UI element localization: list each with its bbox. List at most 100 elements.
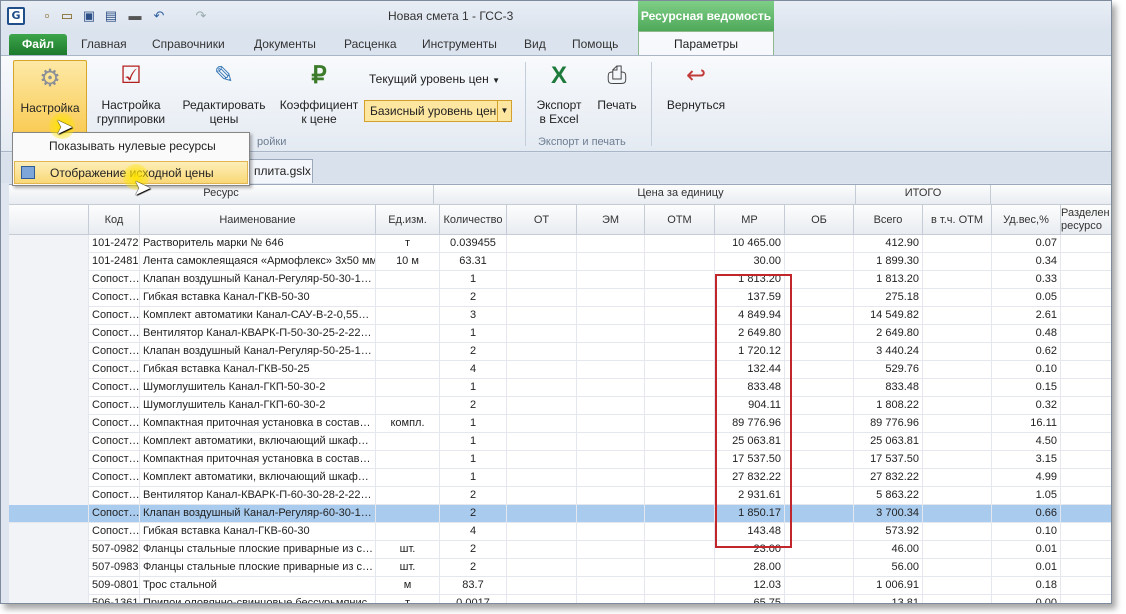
column-header-mr[interactable]: МР xyxy=(715,205,785,234)
table-row[interactable]: 509-0801 Трос стальной м 83.7 12.03 1 006.91 0… xyxy=(9,577,1111,595)
tab-view[interactable]: Вид xyxy=(524,37,546,51)
table-row[interactable]: 507-0982 Фланцы стальные плоские приварны… xyxy=(9,541,1111,559)
edit-prices-button[interactable]: ✎ Редактировать цены xyxy=(181,60,267,126)
current-price-level-button[interactable]: Текущий уровень цен ▼ xyxy=(369,72,500,86)
table-row[interactable]: Сопост… Гибкая вставка Канал-ГКВ-50-25 4 13… xyxy=(9,361,1111,379)
cell-ot xyxy=(507,397,577,415)
cell-ot xyxy=(507,325,577,343)
menu-item-show-zero[interactable]: Показывать нулевые ресурсы xyxy=(14,135,248,157)
table-row[interactable]: 101-2472 Растворитель марки № 646 т 0.03945… xyxy=(9,235,1111,253)
cell-total: 89 776.96 xyxy=(854,415,923,433)
print-quick-icon[interactable]: ▬ xyxy=(127,8,143,24)
cell-em xyxy=(577,451,645,469)
cell-ob xyxy=(785,523,854,541)
cell-weight: 0.00 xyxy=(992,595,1061,603)
cell-blank xyxy=(9,559,89,577)
column-header-name[interactable]: Наименование xyxy=(140,205,376,234)
undo-icon[interactable]: ↶ xyxy=(151,8,167,24)
table-row[interactable]: Сопост… Вентилятор Канал-КВАРК-П-60-30-28… xyxy=(9,487,1111,505)
cell-em xyxy=(577,307,645,325)
tab-tools[interactable]: Инструменты xyxy=(422,37,497,51)
column-header-ob[interactable]: ОБ xyxy=(785,205,854,234)
table-row[interactable]: Сопост… Клапан воздушный Канал-Регуляр-60… xyxy=(9,505,1111,523)
cell-unit xyxy=(376,397,440,415)
back-button[interactable]: ↩ Вернуться xyxy=(661,60,731,112)
cell-unit xyxy=(376,451,440,469)
cell-ob xyxy=(785,415,854,433)
cell-total: 46.00 xyxy=(854,541,923,559)
print-button[interactable]: ⎙ Печать xyxy=(593,60,641,112)
tab-documents[interactable]: Документы xyxy=(254,37,316,51)
table-row[interactable]: Сопост… Клапан воздушный Канал-Регуляр-50… xyxy=(9,271,1111,289)
column-header-code[interactable]: Код xyxy=(89,205,140,234)
column-header-otm[interactable]: ОТМ xyxy=(645,205,715,234)
column-header-blank[interactable] xyxy=(9,205,89,234)
tab-references[interactable]: Справочники xyxy=(152,37,225,51)
cell-ob xyxy=(785,559,854,577)
save-icon[interactable]: ▣ xyxy=(81,8,97,24)
column-header-total[interactable]: Всего xyxy=(854,205,923,234)
cell-code: Сопост… xyxy=(89,505,140,523)
tab-file[interactable]: Файл xyxy=(9,34,67,55)
table-row[interactable]: 101-2481 Лента самоклеящаяся «Армофлекс» … xyxy=(9,253,1111,271)
base-price-level-dropdown[interactable]: Базисный уровень цен ▼ xyxy=(364,100,512,122)
cell-code: Сопост… xyxy=(89,397,140,415)
coefficient-label-1: Коэффициент xyxy=(279,98,359,112)
cell-code: Сопост… xyxy=(89,469,140,487)
column-header-em[interactable]: ЭМ xyxy=(577,205,645,234)
table-row[interactable]: Сопост… Шумоглушитель Канал-ГКП-50-30-2 1 8… xyxy=(9,379,1111,397)
cell-unit xyxy=(376,469,440,487)
coefficient-button[interactable]: ₽ Коэффициент к цене xyxy=(277,60,361,126)
grouping-settings-button[interactable]: ☑ Настройка группировки xyxy=(93,60,169,126)
cell-qty: 2 xyxy=(440,397,507,415)
cell-ob xyxy=(785,433,854,451)
open-folder-icon[interactable]: ▭ xyxy=(59,8,75,24)
cell-unit xyxy=(376,505,440,523)
table-row[interactable]: Сопост… Гибкая вставка Канал-ГКВ-60-30 4 14… xyxy=(9,523,1111,541)
tab-rate[interactable]: Расценка xyxy=(344,37,397,51)
app-logo-icon[interactable]: G xyxy=(7,7,25,25)
edit-prices-label-2: цены xyxy=(209,112,239,126)
table-row[interactable]: Сопост… Гибкая вставка Канал-ГКВ-50-30 2 13… xyxy=(9,289,1111,307)
column-header-unit[interactable]: Ед.изм. xyxy=(376,205,440,234)
redo-icon[interactable]: ↷ xyxy=(193,8,209,24)
chevron-down-icon[interactable]: ▼ xyxy=(497,101,511,121)
table-row[interactable]: Сопост… Комплект автоматики, включающий ш… xyxy=(9,469,1111,487)
cell-otm-in xyxy=(923,469,992,487)
table-row[interactable]: Сопост… Компактная приточная установка в … xyxy=(9,415,1111,433)
cell-separate xyxy=(1061,577,1111,595)
cell-weight: 0.15 xyxy=(992,379,1061,397)
column-header-separate[interactable]: Разделен ресурсо xyxy=(1061,205,1111,234)
cell-code: Сопост… xyxy=(89,343,140,361)
tab-help[interactable]: Помощь xyxy=(572,37,618,51)
cell-total: 833.48 xyxy=(854,379,923,397)
table-row[interactable]: 507-0983 Фланцы стальные плоские приварны… xyxy=(9,559,1111,577)
cell-weight: 0.66 xyxy=(992,505,1061,523)
table-row[interactable]: 506-1361 Припои оловянно-свинцовые бессур… xyxy=(9,595,1111,603)
cell-otm-in xyxy=(923,541,992,559)
cell-qty: 1 xyxy=(440,433,507,451)
cell-otm xyxy=(645,361,715,379)
cell-otm xyxy=(645,595,715,603)
table-row[interactable]: Сопост… Комплект автоматики, включающий ш… xyxy=(9,433,1111,451)
cell-qty: 2 xyxy=(440,343,507,361)
table-row[interactable]: Сопост… Компактная приточная установка в … xyxy=(9,451,1111,469)
cell-otm xyxy=(645,433,715,451)
table-row[interactable]: Сопост… Клапан воздушный Канал-Регуляр-50… xyxy=(9,343,1111,361)
column-header-otm-in[interactable]: в т.ч. ОТМ xyxy=(923,205,992,234)
export-excel-button[interactable]: X Экспорт в Excel xyxy=(531,60,587,126)
save-all-icon[interactable]: ▤ xyxy=(103,8,119,24)
column-header-weight[interactable]: Уд.вес,% xyxy=(992,205,1061,234)
column-header-qty[interactable]: Количество xyxy=(440,205,507,234)
table-row[interactable]: Сопост… Шумоглушитель Канал-ГКП-60-30-2 2 9… xyxy=(9,397,1111,415)
cell-total: 412.90 xyxy=(854,235,923,253)
table-row[interactable]: Сопост… Комплект автоматики Канал-САУ-В-2… xyxy=(9,307,1111,325)
cell-qty: 2 xyxy=(440,505,507,523)
tab-home[interactable]: Главная xyxy=(81,37,127,51)
new-doc-icon[interactable]: ▫ xyxy=(39,8,55,24)
table-row[interactable]: Сопост… Вентилятор Канал-КВАРК-П-50-30-25… xyxy=(9,325,1111,343)
tab-parameters[interactable]: Параметры xyxy=(638,31,774,56)
cell-separate xyxy=(1061,541,1111,559)
column-header-ot[interactable]: ОТ xyxy=(507,205,577,234)
cell-weight: 3.15 xyxy=(992,451,1061,469)
